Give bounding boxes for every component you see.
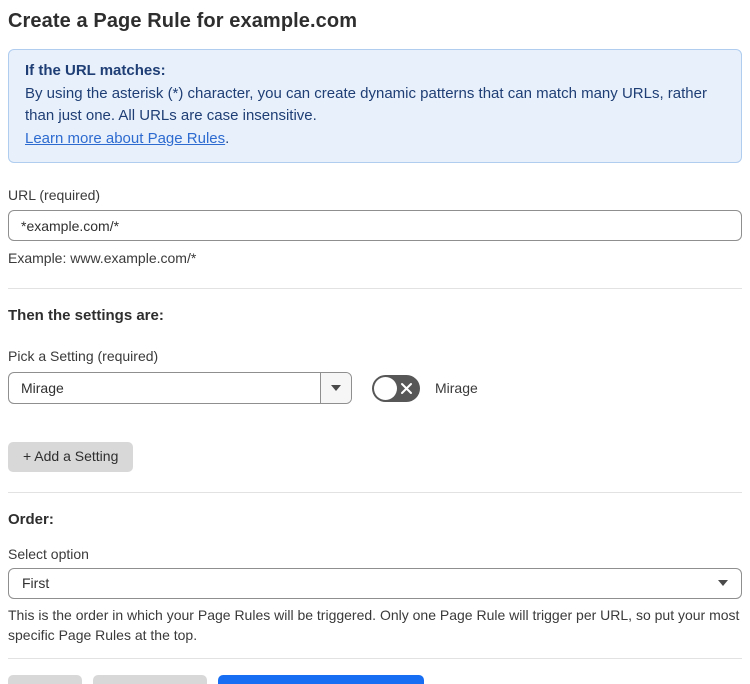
- mirage-toggle[interactable]: [372, 374, 420, 402]
- order-section-heading: Order:: [8, 510, 54, 528]
- url-example-text: Example: www.example.com/*: [8, 250, 197, 266]
- url-match-info-box: If the URL matches: By using the asteris…: [8, 49, 742, 163]
- create-page-rule-panel: Create a Page Rule for example.com If th…: [0, 0, 750, 684]
- setting-picker-label: Pick a Setting (required): [8, 348, 159, 365]
- learn-more-link[interactable]: Learn more about Page Rules: [25, 130, 225, 147]
- toggle-x-icon: [401, 382, 412, 394]
- save-draft-button[interactable]: Save as Draft: [92, 675, 208, 684]
- setting-select-dropdown-button[interactable]: [320, 373, 351, 404]
- setting-row: Mirage Mirage: [8, 372, 742, 405]
- setting-select[interactable]: Mirage: [8, 372, 352, 405]
- caret-down-icon: [718, 580, 728, 587]
- link-period: .: [225, 129, 230, 147]
- info-box-link-line: Learn more about Page Rules.: [25, 128, 725, 151]
- info-box-body: By using the asterisk (*) character, you…: [25, 84, 707, 125]
- info-box-heading: If the URL matches:: [25, 62, 166, 79]
- caret-down-icon: [331, 385, 341, 392]
- footer-actions: Cancel Save as Draft Save and Deploy Pag…: [8, 675, 742, 684]
- save-deploy-button[interactable]: Save and Deploy Page Rule: [218, 675, 425, 684]
- add-setting-button[interactable]: + Add a Setting: [8, 442, 134, 472]
- footer-divider: [8, 658, 742, 660]
- toggle-knob: [374, 376, 397, 400]
- order-help-text: This is the order in which your Page Rul…: [8, 606, 740, 643]
- order-select[interactable]: First: [8, 567, 742, 599]
- url-input[interactable]: [8, 210, 742, 241]
- settings-section-heading: Then the settings are:: [8, 307, 164, 325]
- page-title: Create a Page Rule for example.com: [8, 10, 358, 32]
- order-select-label: Select option: [8, 545, 89, 562]
- toggle-label: Mirage: [435, 380, 478, 397]
- section-divider: [8, 288, 742, 290]
- url-field-label: URL (required): [8, 187, 101, 203]
- cancel-button[interactable]: Cancel: [8, 675, 82, 684]
- section-divider: [8, 491, 742, 493]
- order-select-value: First: [22, 575, 50, 592]
- setting-select-value: Mirage: [21, 380, 64, 397]
